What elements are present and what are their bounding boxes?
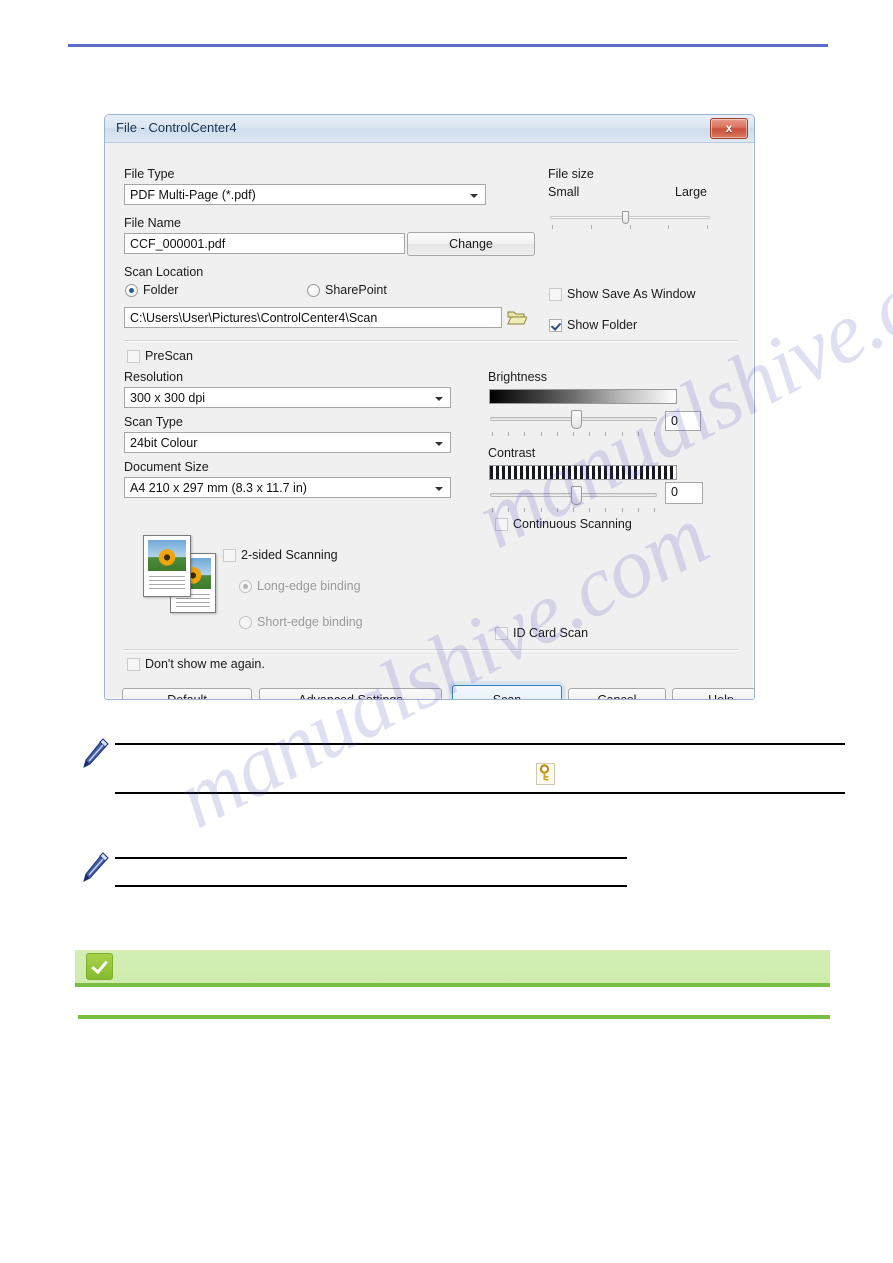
dialog-body: File Type PDF Multi-Page (*.pdf) File Na… — [105, 143, 754, 699]
key-icon — [536, 763, 555, 785]
dialog-title: File - ControlCenter4 — [116, 120, 237, 135]
close-button[interactable]: x — [710, 118, 748, 139]
advanced-settings-button[interactable]: Advanced Settings — [259, 688, 442, 699]
file-size-label: File size — [548, 167, 594, 181]
pencil-note-icon — [81, 738, 109, 773]
file-size-slider-thumb[interactable] — [622, 211, 629, 224]
two-sided-scanning-checkbox[interactable] — [223, 549, 236, 562]
contrast-label: Contrast — [488, 446, 536, 460]
file-size-slider-track[interactable] — [550, 216, 710, 219]
file-type-value: PDF Multi-Page (*.pdf) — [130, 188, 256, 202]
brightness-gradient-bar — [489, 389, 677, 404]
id-card-scan-label: ID Card Scan — [513, 626, 589, 640]
document-text-lines — [149, 576, 185, 592]
document-size-combo[interactable]: A4 210 x 297 mm (8.3 x 11.7 in) — [124, 477, 451, 498]
show-folder-checkbox[interactable] — [549, 319, 562, 332]
brightness-slider-ticks — [492, 432, 655, 436]
change-button[interactable]: Change — [407, 232, 535, 256]
brightness-label: Brightness — [488, 370, 548, 384]
note-1-rule-top — [115, 743, 845, 745]
scan-path-value: C:\Users\User\Pictures\ControlCenter4\Sc… — [130, 311, 378, 325]
note-1-rule-bottom — [115, 792, 845, 794]
folder-radio-label: Folder — [143, 283, 179, 297]
note-2-rule-top — [115, 857, 627, 859]
file-name-value: CCF_000001.pdf — [130, 237, 226, 251]
cancel-button[interactable]: Cancel — [568, 688, 666, 699]
brightness-value-box[interactable]: 0 — [665, 411, 701, 431]
dont-show-again-checkbox[interactable] — [127, 658, 140, 671]
scan-location-label: Scan Location — [124, 265, 204, 279]
folder-open-icon[interactable] — [507, 309, 528, 326]
prescan-label: PreScan — [145, 349, 193, 363]
note-2-rule-bottom — [115, 885, 627, 887]
long-edge-binding-label: Long-edge binding — [257, 579, 361, 593]
show-save-as-window-checkbox[interactable] — [549, 288, 562, 301]
file-name-label: File Name — [124, 216, 181, 230]
note-block-2 — [75, 845, 635, 900]
contrast-stripe-bar — [489, 465, 677, 480]
check-badge-icon — [86, 953, 113, 980]
dialog-titlebar: File - ControlCenter4 x — [105, 115, 754, 143]
file-name-input[interactable]: CCF_000001.pdf — [124, 233, 405, 254]
scan-type-combo[interactable]: 24bit Colour — [124, 432, 451, 453]
file-controlcenter4-dialog: File - ControlCenter4 x File Type PDF Mu… — [104, 114, 755, 700]
tip-banner — [75, 950, 830, 987]
file-type-label: File Type — [124, 167, 175, 181]
document-size-label: Document Size — [124, 460, 209, 474]
scan-type-label: Scan Type — [124, 415, 183, 429]
contrast-slider-thumb[interactable] — [571, 486, 582, 505]
note-block-1 — [75, 730, 845, 815]
sharepoint-radio[interactable] — [307, 284, 320, 297]
show-folder-label: Show Folder — [567, 318, 638, 332]
brightness-value: 0 — [671, 414, 678, 428]
resolution-value: 300 x 300 dpi — [130, 391, 206, 405]
default-button[interactable]: Default — [122, 688, 252, 699]
file-type-combo[interactable]: PDF Multi-Page (*.pdf) — [124, 184, 486, 205]
show-save-as-window-label: Show Save As Window — [567, 287, 696, 301]
help-button[interactable]: Help — [672, 688, 754, 699]
file-size-large-label: Large — [675, 185, 707, 199]
separator-top — [124, 340, 738, 342]
id-card-scan-checkbox[interactable] — [495, 627, 508, 640]
sunflower-image — [148, 540, 186, 571]
continuous-scanning-checkbox[interactable] — [495, 518, 508, 531]
chevron-down-icon — [435, 442, 443, 446]
scan-type-value: 24bit Colour — [130, 436, 198, 450]
file-size-slider-ticks — [552, 225, 708, 229]
brightness-slider-thumb[interactable] — [571, 410, 582, 429]
resolution-combo[interactable]: 300 x 300 dpi — [124, 387, 451, 408]
chevron-down-icon — [435, 397, 443, 401]
scan-button[interactable]: Scan — [452, 685, 562, 699]
document-pages-icon — [140, 535, 230, 615]
chevron-down-icon — [435, 487, 443, 491]
contrast-value-box[interactable]: 0 — [665, 482, 703, 504]
short-edge-binding-label: Short-edge binding — [257, 615, 363, 629]
folder-radio[interactable] — [125, 284, 138, 297]
page-top-rule — [68, 44, 828, 47]
continuous-scanning-label: Continuous Scanning — [513, 517, 632, 531]
resolution-label: Resolution — [124, 370, 184, 384]
prescan-checkbox[interactable] — [127, 350, 140, 363]
two-sided-scanning-label: 2-sided Scanning — [241, 548, 338, 562]
chevron-down-icon — [470, 194, 478, 198]
close-icon: x — [725, 121, 733, 135]
short-edge-binding-radio[interactable] — [239, 616, 252, 629]
long-edge-binding-radio[interactable] — [239, 580, 252, 593]
scan-path-input[interactable]: C:\Users\User\Pictures\ControlCenter4\Sc… — [124, 307, 502, 328]
page-bottom-green-rule — [78, 1015, 830, 1019]
separator-bottom — [124, 649, 738, 651]
contrast-value: 0 — [671, 485, 678, 499]
document-thumb-front — [143, 535, 191, 597]
document-size-value: A4 210 x 297 mm (8.3 x 11.7 in) — [130, 481, 307, 495]
file-size-small-label: Small — [548, 185, 580, 199]
contrast-slider-ticks — [492, 508, 655, 512]
sharepoint-radio-label: SharePoint — [325, 283, 387, 297]
pencil-note-icon — [81, 852, 109, 887]
dont-show-again-label: Don't show me again. — [145, 657, 265, 671]
